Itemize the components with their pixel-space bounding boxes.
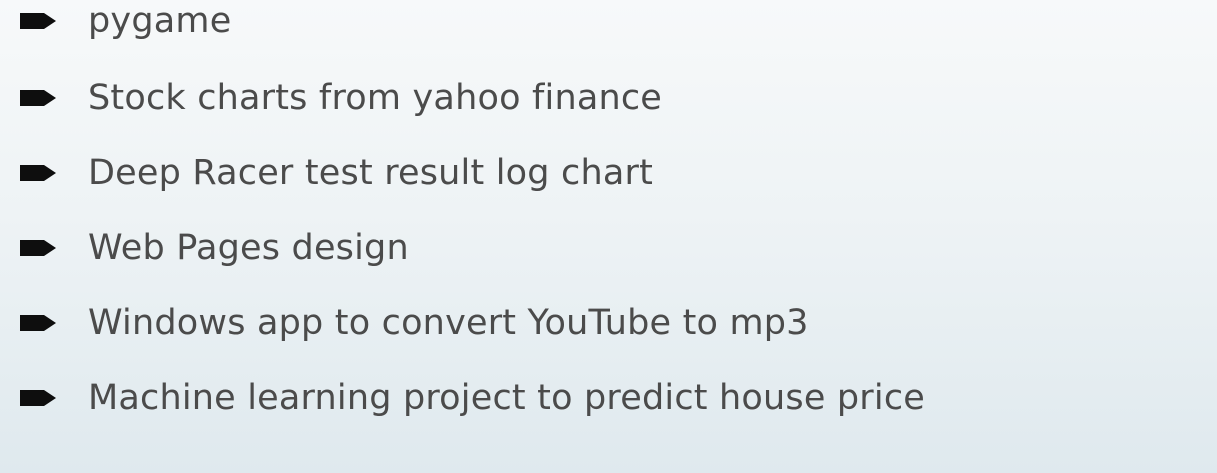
list-item: pygame [20, 0, 925, 44]
arrow-bullet-icon [20, 90, 56, 106]
list-item: Windows app to convert YouTube to mp3 [20, 300, 925, 346]
arrow-bullet-icon [20, 13, 56, 29]
list-item: Machine learning project to predict hous… [20, 375, 925, 421]
list-item-label: Windows app to convert YouTube to mp3 [88, 303, 809, 343]
list-item-label: Web Pages design [88, 228, 409, 268]
slide: pygame Stock charts from yahoo finance D… [0, 0, 1217, 473]
arrow-bullet-icon [20, 390, 56, 406]
arrow-bullet-icon [20, 165, 56, 181]
list-item-label: Deep Racer test result log chart [88, 153, 653, 193]
arrow-bullet-icon [20, 240, 56, 256]
arrow-bullet-icon [20, 315, 56, 331]
list-item-label: Stock charts from yahoo finance [88, 78, 663, 118]
list-item-label: pygame [88, 1, 232, 41]
bullet-list: pygame Stock charts from yahoo finance D… [20, 0, 925, 450]
list-item: Deep Racer test result log chart [20, 150, 925, 196]
list-item: Web Pages design [20, 225, 925, 271]
list-item-label: Machine learning project to predict hous… [88, 378, 925, 418]
list-item: Stock charts from yahoo finance [20, 75, 925, 121]
